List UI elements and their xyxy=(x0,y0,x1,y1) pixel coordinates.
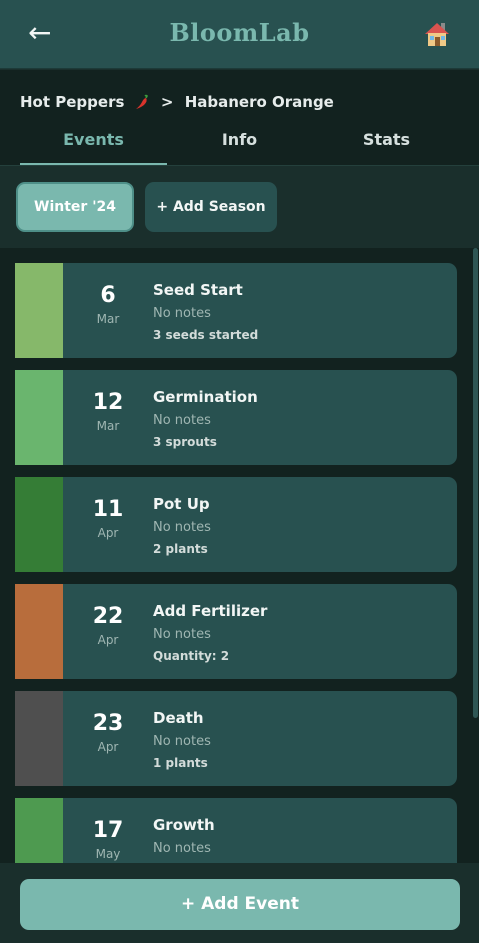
event-month: Mar xyxy=(96,312,120,326)
event-list[interactable]: 6 Mar Seed Start No notes 3 seeds starte… xyxy=(0,248,479,863)
event-detail: 3 seeds started xyxy=(153,328,259,342)
app-bar: ← BloomLab xyxy=(0,0,479,69)
event-card[interactable]: 12 Mar Germination No notes 3 sprouts xyxy=(15,370,457,465)
event-notes: No notes xyxy=(153,413,211,428)
event-notes: No notes xyxy=(153,841,211,856)
event-detail: Quantity: 2 xyxy=(153,649,230,663)
event-card[interactable]: 17 May Growth No notes xyxy=(15,798,457,863)
event-day: 12 xyxy=(92,390,124,415)
breadcrumb-separator: > xyxy=(160,92,174,111)
app-title: BloomLab xyxy=(169,18,310,47)
tab-info[interactable]: Info xyxy=(166,126,313,166)
event-month: Apr xyxy=(97,740,119,754)
event-card[interactable]: 22 Apr Add Fertilizer No notes Quantity:… xyxy=(15,584,457,679)
event-detail: 3 sprouts xyxy=(153,435,217,449)
event-day: 11 xyxy=(92,497,124,522)
event-notes: No notes xyxy=(153,734,211,749)
event-detail: 2 plants xyxy=(153,542,208,556)
event-title: Death xyxy=(153,709,204,727)
breadcrumb: Hot Peppers > Habanero Orange xyxy=(20,92,334,111)
event-title: Pot Up xyxy=(153,495,210,513)
event-detail: 1 plants xyxy=(153,756,208,770)
event-card[interactable]: 11 Apr Pot Up No notes 2 plants xyxy=(15,477,457,572)
event-notes: No notes xyxy=(153,627,211,642)
event-day: 23 xyxy=(92,711,124,736)
event-card[interactable]: 23 Apr Death No notes 1 plants xyxy=(15,691,457,786)
event-month: May xyxy=(95,847,121,861)
plant-header: Hot Peppers > Habanero Orange Events Inf… xyxy=(0,70,479,166)
add-season-button[interactable]: + Add Season xyxy=(145,182,277,232)
event-title: Growth xyxy=(153,816,215,834)
event-card[interactable]: 6 Mar Seed Start No notes 3 seeds starte… xyxy=(15,263,457,358)
add-event-button[interactable]: + Add Event xyxy=(20,879,460,930)
breadcrumb-variety: Habanero Orange xyxy=(184,92,334,111)
scrollbar-thumb[interactable] xyxy=(473,248,478,718)
season-chip-selected[interactable]: Winter '24 xyxy=(16,182,134,232)
event-color-stripe xyxy=(15,798,63,863)
house-icon[interactable] xyxy=(423,20,451,48)
scrollbar[interactable] xyxy=(472,248,479,863)
chili-pepper-icon xyxy=(134,94,150,110)
event-month: Apr xyxy=(97,633,119,647)
event-color-stripe xyxy=(15,370,63,465)
event-color-stripe xyxy=(15,263,63,358)
breadcrumb-category[interactable]: Hot Peppers xyxy=(20,93,124,111)
tab-bar: Events Info Stats xyxy=(0,126,479,166)
event-notes: No notes xyxy=(153,306,211,321)
event-month: Apr xyxy=(97,526,119,540)
event-color-stripe xyxy=(15,691,63,786)
tab-stats[interactable]: Stats xyxy=(313,126,460,166)
event-day: 17 xyxy=(92,818,124,843)
footer: + Add Event xyxy=(0,863,479,943)
event-notes: No notes xyxy=(153,520,211,535)
event-color-stripe xyxy=(15,477,63,572)
season-selector: Winter '24 + Add Season xyxy=(0,166,479,248)
event-title: Add Fertilizer xyxy=(153,602,268,620)
event-day: 6 xyxy=(100,283,116,308)
event-title: Seed Start xyxy=(153,281,243,299)
event-month: Mar xyxy=(96,419,120,433)
tab-events[interactable]: Events xyxy=(20,126,167,166)
event-title: Germination xyxy=(153,388,258,406)
event-color-stripe xyxy=(15,584,63,679)
event-day: 22 xyxy=(92,604,124,629)
